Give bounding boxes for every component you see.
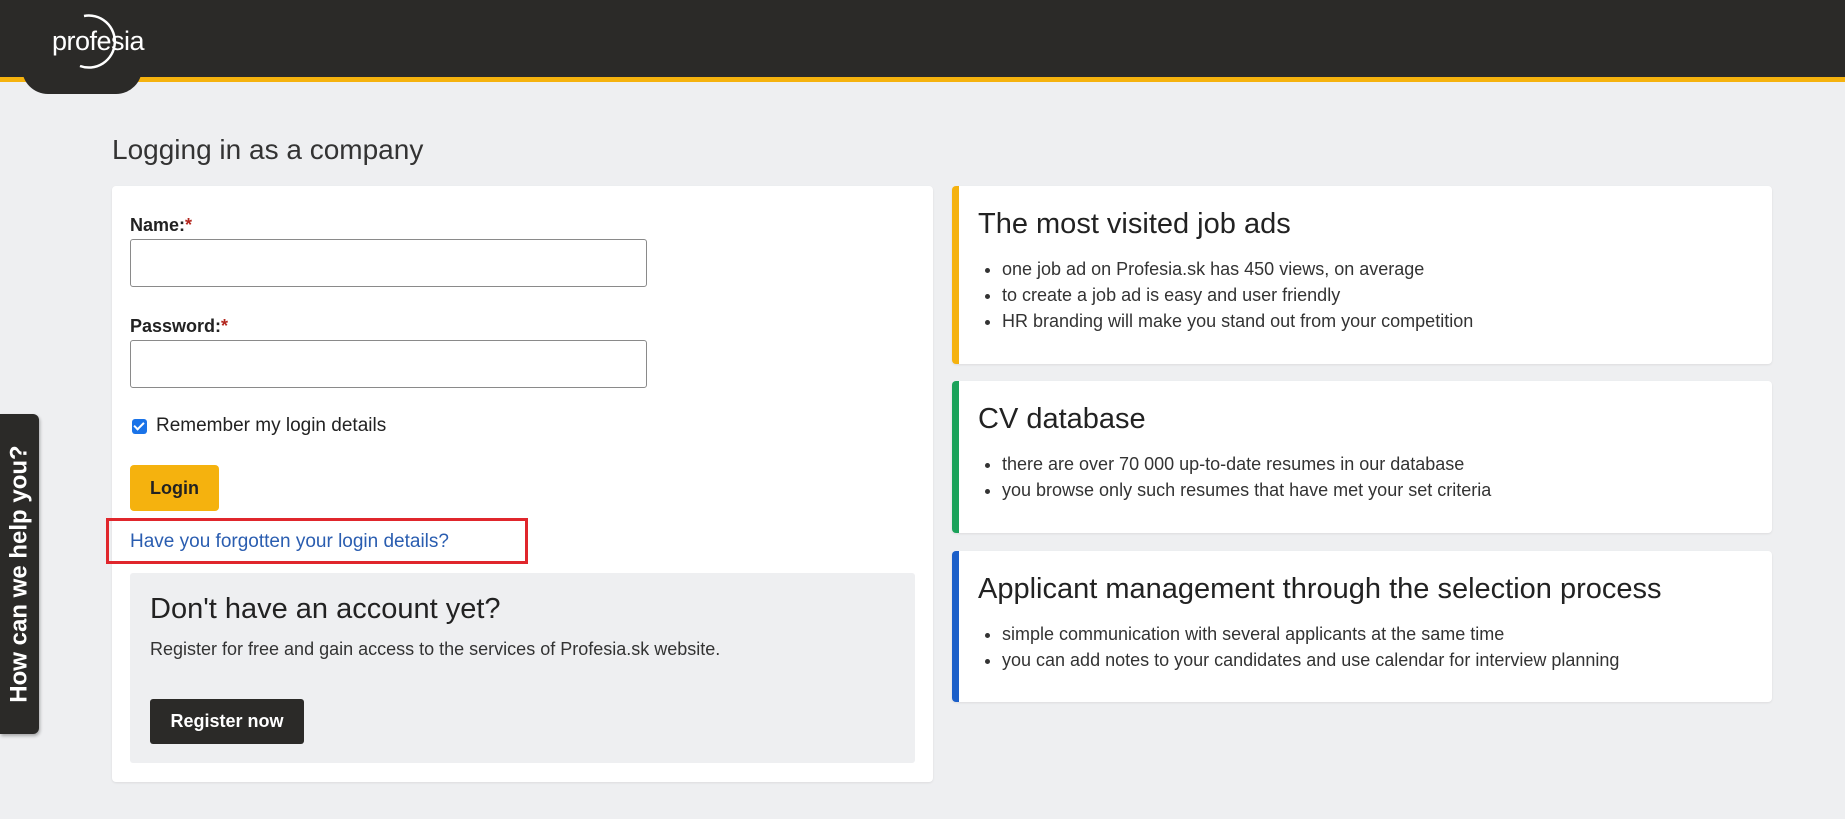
info-card-job-ads: The most visited job ads one job ad on P… [952,186,1772,364]
info-card-title: The most visited job ads [978,208,1291,240]
forgot-login-link[interactable]: Have you forgotten your login details? [130,531,449,553]
profesia-logo: profesia [52,26,145,56]
info-card-title: CV database [978,403,1146,435]
info-card-list: there are over 70 000 up-to-date resumes… [978,451,1491,503]
register-panel: Don't have an account yet? Register for … [130,573,915,763]
info-card-list: one job ad on Profesia.sk has 450 views,… [978,256,1473,334]
remember-me-label[interactable]: Remember my login details [156,415,386,437]
required-marker: * [185,215,193,235]
password-input[interactable] [130,340,647,388]
info-card-applicant-management: Applicant management through the selecti… [952,551,1772,702]
help-tab-label: How can we help you? [5,445,33,703]
login-button[interactable]: Login [130,465,219,511]
info-card-list: simple communication with several applic… [978,621,1619,673]
list-item: one job ad on Profesia.sk has 450 views,… [1002,256,1473,282]
name-field-label: Name:* [130,215,192,236]
list-item: simple communication with several applic… [1002,621,1619,647]
required-marker: * [221,316,229,336]
register-now-button[interactable]: Register now [150,699,304,744]
info-card-cv-database: CV database there are over 70 000 up-to-… [952,381,1772,533]
register-title: Don't have an account yet? [150,593,501,625]
list-item: there are over 70 000 up-to-date resumes… [1002,451,1491,477]
help-side-tab[interactable]: How can we help you? [0,414,39,734]
page-title: Logging in as a company [112,134,424,165]
password-field-label: Password:* [130,316,228,337]
name-label-text: Name: [130,215,186,235]
list-item: you can add notes to your candidates and… [1002,647,1619,673]
login-card: Name:* Password:* Remember my login deta… [106,186,933,782]
name-input[interactable] [130,239,647,287]
remember-me-checkbox[interactable] [132,418,147,434]
list-item: HR branding will make you stand out from… [1002,308,1473,334]
logo-tab[interactable]: profesia [22,0,145,94]
top-header-bar [0,0,1845,82]
info-card-title: Applicant management through the selecti… [978,573,1662,605]
list-item: you browse only such resumes that have m… [1002,477,1491,503]
password-label-text: Password: [130,316,222,336]
list-item: to create a job ad is easy and user frie… [1002,282,1473,308]
remember-me-row[interactable]: Remember my login details [130,415,386,437]
register-description: Register for free and gain access to the… [150,639,721,659]
